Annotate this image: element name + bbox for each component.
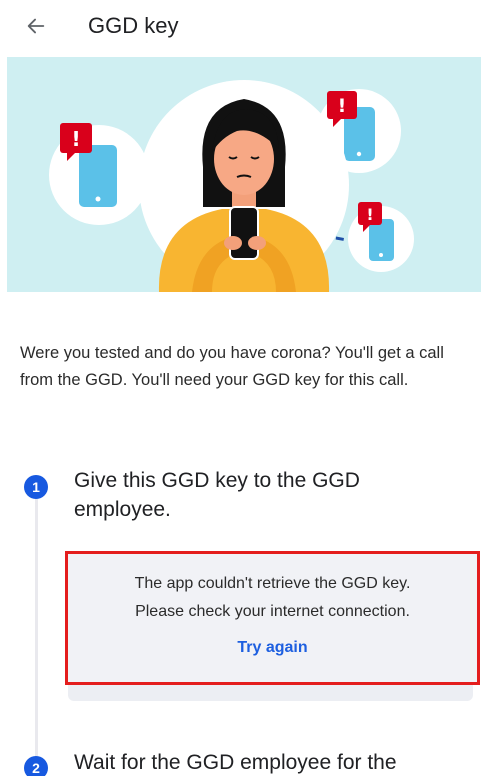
try-again-button[interactable]: Try again (237, 639, 307, 657)
bottom-right-phone-notification: ! (348, 202, 414, 272)
error-message-box: The app couldn't retrieve the GGD key. P… (65, 551, 480, 685)
svg-text:!: ! (71, 127, 80, 151)
step-title-2: Wait for the GGD employee for the (74, 751, 397, 774)
step-title-1: Give this GGD key to the GGD employee. (74, 469, 360, 521)
left-phone-notification: ! (49, 123, 149, 225)
hero-illustration: ! ! ! (7, 57, 481, 292)
error-message-line-1: The app couldn't retrieve the GGD key. (134, 575, 411, 592)
intro-text: Were you tested and do you have corona? … (20, 344, 444, 389)
step-number-2: 2 (24, 756, 48, 776)
app-bar: GGD key (0, 0, 481, 54)
arrow-left-icon (27, 18, 45, 34)
svg-text:!: ! (366, 205, 373, 224)
svg-text:!: ! (338, 95, 347, 117)
person-illustration (139, 80, 349, 292)
page-title: GGD key (88, 13, 179, 38)
step-number-1: 1 (24, 475, 48, 499)
back-button[interactable] (22, 12, 50, 40)
timeline-line (35, 478, 38, 768)
error-message-line-2: Please check your internet connection. (135, 603, 410, 620)
